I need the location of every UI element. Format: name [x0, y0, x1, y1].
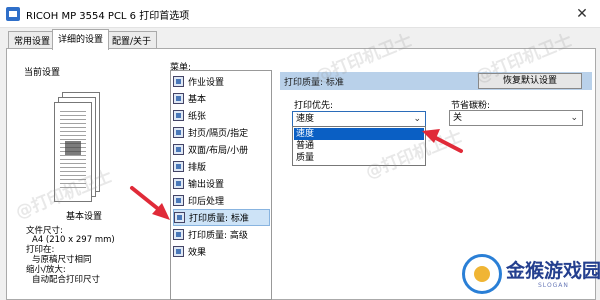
arrow-to-quality-menu-icon [130, 186, 170, 220]
logo-brand-text: 金猴游戏园 [506, 260, 600, 282]
arrow-to-priority-dropdown-icon [422, 129, 463, 153]
site-logo: 金猴游戏园 SLOGAN [462, 248, 600, 296]
logo-slogan: SLOGAN [538, 282, 569, 289]
monkey-logo-icon [462, 254, 502, 294]
tab-detailed-settings[interactable]: 详细的设置 [52, 29, 110, 50]
